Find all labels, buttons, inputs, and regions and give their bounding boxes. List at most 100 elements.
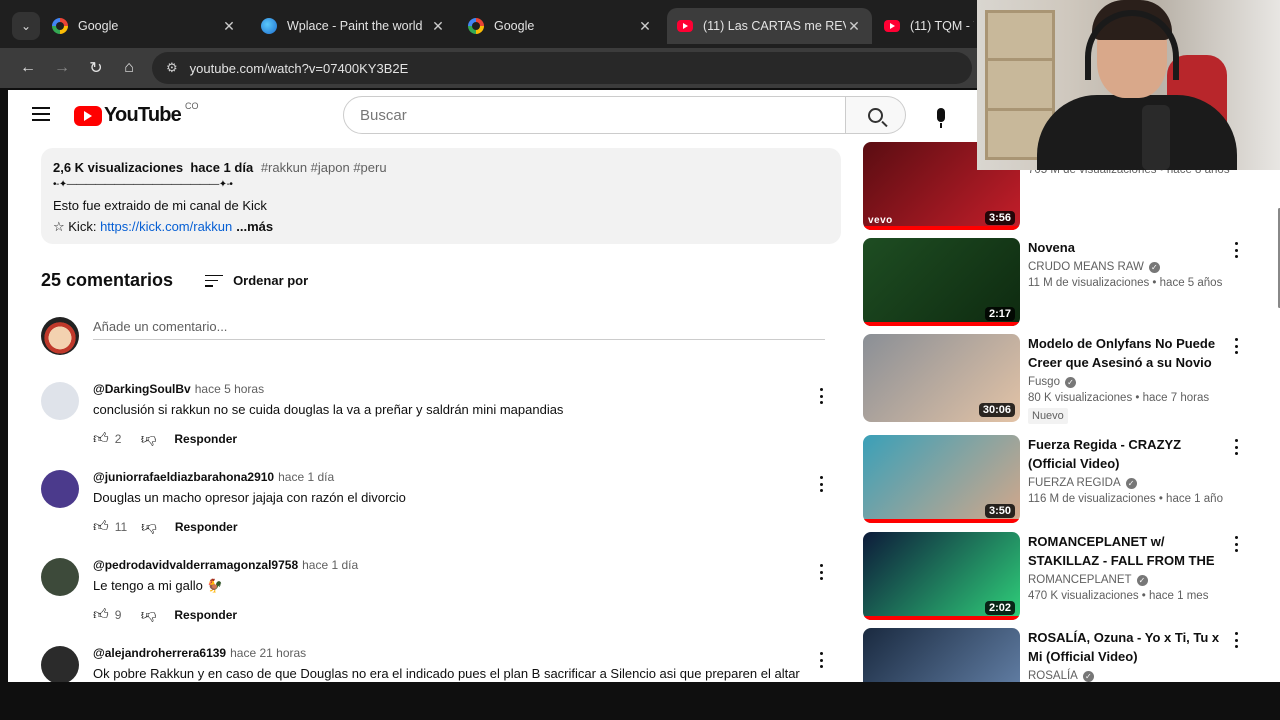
video-duration: 2:02 [984, 601, 1015, 615]
more-options-icon[interactable] [1230, 536, 1242, 552]
avatar[interactable] [41, 646, 79, 682]
avatar [41, 317, 79, 355]
verified-check-icon: ✓ [1125, 477, 1137, 489]
channel-name[interactable]: ROSALÍA ✓ [1028, 670, 1228, 682]
home-icon[interactable]: ⌂ [117, 56, 141, 80]
comment-actions: 👍︎ 2 👍︎ Responder [93, 430, 237, 448]
browser-tab-wplace[interactable]: Wplace - Paint the world ✕ [251, 8, 456, 44]
more-options-icon[interactable] [811, 650, 831, 670]
recommended-video[interactable]: 30:06 Modelo de Onlyfans No Puede Creer q… [863, 334, 1253, 424]
video-title[interactable]: ROMANCEPLANET w/ STAKILLAZ - FALL FROM T… [1028, 532, 1228, 570]
close-icon[interactable]: ✕ [221, 18, 237, 35]
voice-search-button[interactable] [922, 96, 960, 134]
comment-text: Le tengo a mi gallo 🐓 [93, 578, 223, 593]
browser-tab-active-youtube[interactable]: (11) Las CARTAS me REVELA ✕ [667, 8, 872, 44]
channel-name[interactable]: FUERZA REGIDA ✓ [1028, 477, 1228, 489]
more-options-icon[interactable] [1230, 242, 1242, 258]
video-thumbnail[interactable]: 2:17 [863, 238, 1020, 326]
comment-time[interactable]: hace 1 día [278, 470, 334, 484]
avatar[interactable] [41, 382, 79, 420]
video-title[interactable]: Modelo de Onlyfans No Puede Creer que As… [1028, 334, 1228, 372]
site-settings-icon[interactable]: ⚙ [166, 60, 178, 76]
video-thumbnail[interactable]: 30:06 [863, 334, 1020, 422]
close-icon[interactable]: ✕ [637, 18, 653, 35]
show-more-button[interactable]: ...más [236, 219, 273, 234]
reply-button[interactable]: Responder [174, 432, 237, 446]
more-options-icon[interactable] [1230, 439, 1242, 455]
video-thumbnail[interactable]: 2:02 [863, 532, 1020, 620]
comment-author[interactable]: @juniorrafaeldiazbarahona2910 [93, 470, 274, 484]
watch-progress-bar [863, 322, 1020, 326]
kick-link[interactable]: https://kick.com/rakkun [100, 219, 232, 234]
tab-search-chevron-icon[interactable]: ⌄ [12, 12, 40, 40]
like-icon[interactable]: 👍︎ [93, 430, 109, 448]
browser-tab-google-1[interactable]: Google ✕ [42, 8, 247, 44]
recommended-video[interactable]: 2:17 Novena CRUDO MEANS RAW ✓ 11 M de visual… [863, 238, 1253, 328]
recommended-video[interactable]: 3:50 Fuerza Regida - CRAZYZ (Official Vid… [863, 435, 1253, 525]
dislike-icon[interactable]: 👍︎ [141, 430, 157, 448]
search-input[interactable]: Buscar [343, 96, 846, 134]
youtube-icon [677, 20, 693, 32]
reload-icon[interactable]: ↻ [84, 56, 108, 80]
comment-author[interactable]: @pedrodavidvalderramagonzal9758 [93, 558, 298, 572]
comment-time[interactable]: hace 21 horas [230, 646, 306, 660]
video-thumbnail[interactable]: 3:50 [863, 435, 1020, 523]
comment-author[interactable]: @DarkingSoulBv [93, 382, 191, 396]
more-options-icon[interactable] [811, 562, 831, 582]
channel-name[interactable]: CRUDO MEANS RAW ✓ [1028, 261, 1228, 273]
tab-title: Google [78, 19, 119, 33]
like-icon[interactable]: 👍︎ [93, 518, 109, 536]
comment-item: @DarkingSoulBv hace 5 horas conclusión si … [41, 382, 831, 470]
video-info: ROSALÍA, Ozuna - Yo x Ti, Tu x Mi (Offic… [1028, 628, 1228, 682]
more-options-icon[interactable] [811, 474, 831, 494]
video-description[interactable]: 2,6 K visualizaciones hace 1 día #rakkun… [41, 148, 841, 244]
comment-time[interactable]: hace 5 horas [195, 382, 264, 396]
avatar[interactable] [41, 470, 79, 508]
video-info: Novena CRUDO MEANS RAW ✓ 11 M de visualizac… [1028, 238, 1228, 289]
comment-author[interactable]: @alejandroherrera6139 [93, 646, 226, 660]
dislike-icon[interactable]: 👍︎ [141, 606, 157, 624]
comment-time[interactable]: hace 1 día [302, 558, 358, 572]
tab-title: (11) Las CARTAS me REVELA [703, 19, 846, 33]
video-title[interactable]: Fuerza Regida - CRAZYZ (Official Video) [1028, 435, 1228, 473]
channel-name[interactable]: Fusgo ✓ [1028, 376, 1228, 388]
like-count: 2 [114, 432, 122, 446]
forward-arrow-icon[interactable]: → [50, 56, 74, 80]
menu-icon[interactable] [32, 107, 50, 121]
more-options-icon[interactable] [1230, 338, 1242, 354]
recommended-video[interactable]: 2:02 ROMANCEPLANET w/ STAKILLAZ - FALL FR… [863, 532, 1253, 622]
comment-text: Douglas un macho opresor jajaja con razó… [93, 490, 406, 505]
more-options-icon[interactable] [1230, 632, 1242, 648]
avatar[interactable] [41, 558, 79, 596]
video-title[interactable]: Novena [1028, 238, 1228, 257]
more-options-icon[interactable] [811, 386, 831, 406]
browser-tab-youtube-2[interactable]: (11) TQM - You [874, 8, 984, 44]
like-icon[interactable]: 👍︎ [93, 606, 109, 624]
hashtags[interactable]: #rakkun #japon #peru [261, 160, 387, 175]
comments-header: 25 comentarios Ordenar por [41, 270, 308, 291]
description-decoration: •-✦————————————————✦-• [53, 179, 233, 190]
channel-name[interactable]: ROMANCEPLANET ✓ [1028, 574, 1228, 586]
close-icon[interactable]: ✕ [846, 18, 862, 35]
youtube-logo[interactable]: YouTube CO [74, 101, 198, 127]
tab-title: (11) TQM - You [910, 19, 974, 33]
browser-tab-google-2[interactable]: Google ✕ [458, 8, 663, 44]
search-button[interactable] [846, 96, 906, 134]
reply-button[interactable]: Responder [175, 520, 238, 534]
back-arrow-icon[interactable]: ← [16, 56, 40, 80]
view-count: 2,6 K visualizaciones [53, 160, 184, 175]
recommended-video[interactable]: ROSALÍA, Ozuna - Yo x Ti, Tu x Mi (Offic… [863, 628, 1253, 682]
sort-button[interactable]: Ordenar por [233, 273, 308, 288]
sort-icon[interactable] [205, 274, 224, 287]
close-icon[interactable]: ✕ [430, 18, 446, 35]
video-thumbnail[interactable] [863, 628, 1020, 682]
youtube-page: YouTube CO Buscar 2,6 K visualizaciones … [8, 90, 1280, 682]
dislike-icon[interactable]: 👍︎ [141, 518, 157, 536]
like-count: 9 [114, 608, 122, 622]
comment-input[interactable]: Añade un comentario... [93, 317, 825, 340]
verified-check-icon: ✓ [1064, 376, 1076, 388]
reply-button[interactable]: Responder [174, 608, 237, 622]
address-bar[interactable]: ⚙ youtube.com/watch?v=07400KY3B2E [152, 52, 972, 84]
add-comment-box: Añade un comentario... [41, 317, 831, 357]
video-title[interactable]: ROSALÍA, Ozuna - Yo x Ti, Tu x Mi (Offic… [1028, 628, 1228, 666]
